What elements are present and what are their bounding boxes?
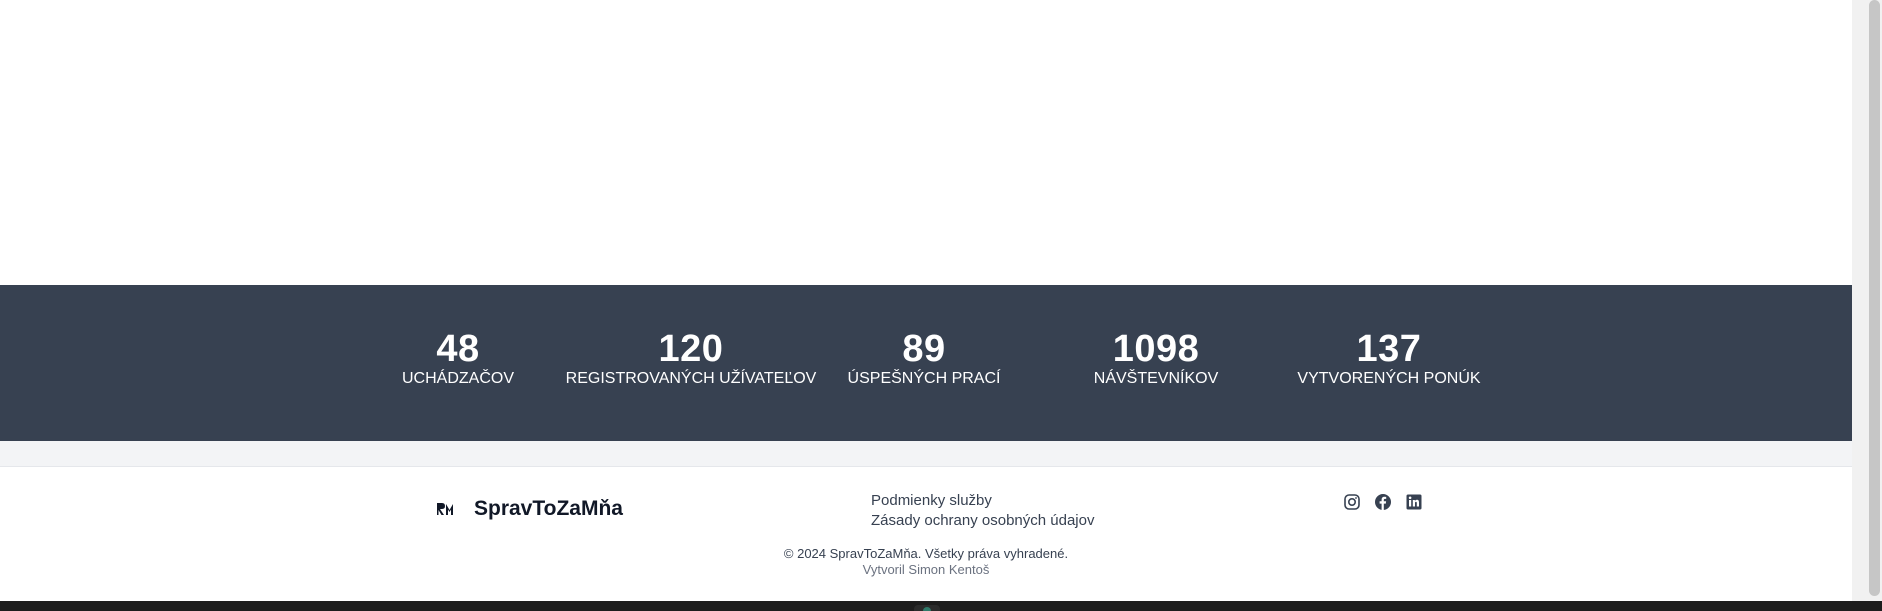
stat-successful-jobs: 89 ÚSPEŠNÝCH PRACÍ bbox=[848, 329, 1001, 388]
stat-value: 120 bbox=[658, 328, 724, 370]
author-credit: Vytvoril Simon Kentoš bbox=[862, 562, 990, 577]
stat-label: ÚSPEŠNÝCH PRACÍ bbox=[847, 370, 1001, 387]
linkedin-icon[interactable] bbox=[1405, 493, 1423, 511]
stat-value: 137 bbox=[1356, 328, 1422, 370]
footer-links: Podmienky služby Zásady ochrany osobných… bbox=[871, 491, 1094, 531]
privacy-policy-link[interactable]: Zásady ochrany osobných údajov bbox=[871, 511, 1094, 531]
section-divider bbox=[0, 441, 1852, 466]
instagram-icon[interactable] bbox=[1343, 493, 1361, 511]
stat-applicants: 48 UCHÁDZAČOV bbox=[402, 329, 514, 388]
stat-created-offers: 137 VYTVORENÝCH PONÚK bbox=[1297, 329, 1480, 388]
brand-name: SpravToZaMňa bbox=[474, 497, 623, 520]
footer-brand[interactable]: SpravToZaMňa bbox=[436, 497, 623, 521]
stat-label: REGISTROVANÝCH UŽÍVATEĽOV bbox=[565, 370, 817, 387]
facebook-icon[interactable] bbox=[1374, 493, 1392, 511]
page-viewport: 48 UCHÁDZAČOV 120 REGISTROVANÝCH UŽÍVATE… bbox=[0, 0, 1852, 601]
stat-value: 1098 bbox=[1112, 328, 1200, 370]
taskbar bbox=[0, 601, 1882, 611]
copyright-text: © 2024 SpravToZaMňa. Všetky práva vyhrad… bbox=[783, 546, 1069, 561]
brand-logo-icon bbox=[437, 503, 453, 515]
stat-label: UCHÁDZAČOV bbox=[401, 370, 515, 387]
stat-value: 48 bbox=[436, 328, 480, 370]
stat-label: VYTVORENÝCH PONÚK bbox=[1297, 370, 1481, 387]
scrollbar-thumb[interactable] bbox=[1869, 0, 1880, 596]
stat-visitors: 1098 NÁVŠTEVNÍKOV bbox=[1094, 329, 1218, 388]
stat-value: 89 bbox=[902, 328, 946, 370]
stats-section: 48 UCHÁDZAČOV 120 REGISTROVANÝCH UŽÍVATE… bbox=[0, 285, 1852, 441]
taskbar-app-icon[interactable] bbox=[914, 605, 940, 611]
stat-label: NÁVŠTEVNÍKOV bbox=[1093, 370, 1219, 387]
site-footer: SpravToZaMňa Podmienky služby Zásady och… bbox=[0, 466, 1852, 601]
social-links bbox=[1343, 493, 1423, 511]
terms-of-service-link[interactable]: Podmienky služby bbox=[871, 491, 1094, 511]
stat-registered-users: 120 REGISTROVANÝCH UŽÍVATEĽOV bbox=[566, 329, 817, 388]
